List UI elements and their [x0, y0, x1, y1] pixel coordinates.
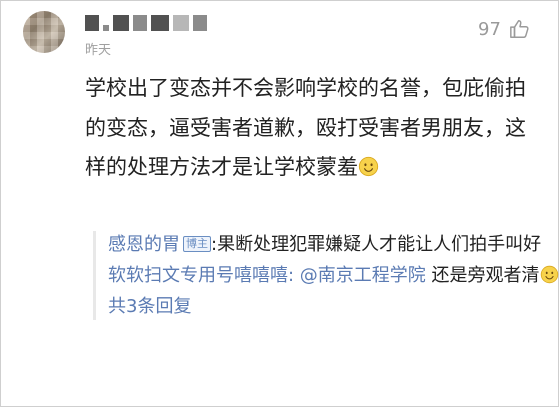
reply-text: :果断处理犯罪嫌疑人才能让人们拍手叫好 — [211, 234, 542, 255]
mention-link[interactable]: @南京工程学院 — [294, 265, 426, 286]
smile-emoji — [540, 265, 558, 284]
like-count: 97 — [478, 18, 501, 40]
comment-time: 昨天 — [85, 43, 112, 58]
author-badge: 博主 — [183, 236, 211, 252]
redaction-block — [85, 15, 99, 31]
avatar-mosaic — [23, 11, 65, 53]
redaction-block — [193, 15, 207, 31]
redaction-block — [113, 15, 129, 31]
redaction-block — [133, 15, 147, 31]
username-redacted[interactable] — [85, 13, 215, 33]
thumbs-up-icon[interactable] — [509, 18, 531, 40]
avatar[interactable] — [23, 11, 65, 53]
reply-item: 感恩的胃 博主:果断处理犯罪嫌疑人才能让人们拍手叫好 — [108, 231, 559, 258]
redaction-block — [151, 15, 169, 31]
reply-item: 软软扫文专用号嘻嘻嘻: @南京工程学院 还是旁观者清 — [108, 262, 559, 289]
comment-body: 学校出了变态并不会影响学校的名誉，包庇偷拍的变态，逼受害者道歉，殴打受害者男朋友… — [85, 69, 545, 188]
reply-username[interactable]: 软软扫文专用号嘻嘻嘻: — [108, 265, 294, 286]
reply-username[interactable]: 感恩的胃 — [108, 234, 180, 255]
smile-emoji — [358, 156, 379, 177]
like-area: 97 — [478, 18, 531, 40]
redaction-block — [103, 25, 109, 31]
redaction-block — [173, 15, 189, 31]
more-replies-link[interactable]: 共3条回复 — [108, 293, 559, 320]
comment-text: 学校出了变态并不会影响学校的名誉，包庇偷拍的变态，逼受害者道歉，殴打受害者男朋友… — [85, 76, 526, 179]
reply-text: 还是旁观者清 — [425, 265, 540, 286]
comment-card: 昨天 97 学校出了变态并不会影响学校的名誉，包庇偷拍的变态，逼受害者道歉，殴打… — [0, 0, 559, 407]
replies-section: 感恩的胃 博主:果断处理犯罪嫌疑人才能让人们拍手叫好 软软扫文专用号嘻嘻嘻: @南… — [93, 231, 559, 320]
